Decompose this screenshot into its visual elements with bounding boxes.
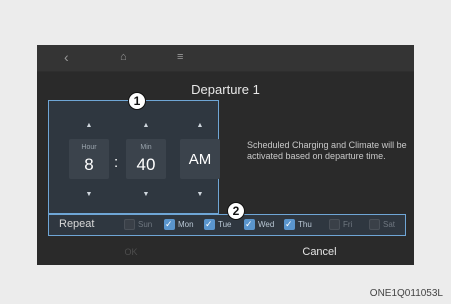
minute-up-arrow-icon[interactable]: ▲ <box>124 122 168 129</box>
check-icon: ✓ <box>285 219 293 229</box>
day-label: Thu <box>298 220 312 229</box>
ampm-down-arrow-icon[interactable]: ▼ <box>178 191 222 198</box>
check-icon: ✓ <box>165 219 173 229</box>
checkbox[interactable] <box>124 219 135 230</box>
checkbox[interactable] <box>329 219 340 230</box>
minute-picker: ▲ Min 40 ▼ <box>124 101 168 213</box>
minute-value: 40 <box>136 155 156 174</box>
hour-up-arrow-icon[interactable]: ▲ <box>67 122 111 129</box>
top-bar: ‹ ⌂ ≡ <box>37 45 414 72</box>
ampm-field[interactable]: AM <box>180 139 220 179</box>
home-icon[interactable]: ⌂ <box>120 49 127 65</box>
day-label: Mon <box>178 220 194 229</box>
checkbox[interactable]: ✓ <box>284 219 295 230</box>
minute-label: Min <box>140 144 152 151</box>
minute-field[interactable]: Min 40 <box>126 139 166 179</box>
page-title: Departure 1 <box>191 82 260 97</box>
time-picker: ▲ Hour 8 ▼ : ▲ Min 40 ▼ ▲ AM ▼ <box>48 100 222 214</box>
check-icon: ✓ <box>245 219 253 229</box>
day-label: Wed <box>258 220 275 229</box>
hour-down-arrow-icon[interactable]: ▼ <box>67 191 111 198</box>
hour-value: 8 <box>84 155 94 174</box>
departure-settings-screen: ‹ ⌂ ≡ Departure 1 ▲ Hour 8 ▼ : ▲ Min 40 … <box>37 45 414 265</box>
ampm-up-arrow-icon[interactable]: ▲ <box>178 122 222 129</box>
day-label: Sun <box>138 220 153 229</box>
hour-picker: ▲ Hour 8 ▼ <box>67 101 111 213</box>
hour-field[interactable]: Hour 8 <box>69 139 109 179</box>
checkbox[interactable]: ✓ <box>164 219 175 230</box>
checkbox[interactable]: ✓ <box>204 219 215 230</box>
back-arrow-icon[interactable]: ‹ <box>64 49 69 65</box>
day-label: Fri <box>343 220 353 229</box>
callout-marker-2: 2 <box>227 202 245 220</box>
cancel-button[interactable]: Cancel <box>225 240 414 265</box>
callout-marker-1: 1 <box>128 92 146 110</box>
menu-icon[interactable]: ≡ <box>177 49 183 65</box>
time-separator: : <box>114 154 119 171</box>
hour-label: Hour <box>81 144 97 151</box>
day-label: Tue <box>218 220 232 229</box>
repeat-row: Repeat Sun ✓ Mon ✓ Tue ✓ Wed ✓ Thu Fri S… <box>48 214 406 236</box>
ampm-value: AM <box>188 151 212 168</box>
figure-code: ONE1Q011053L <box>369 288 443 299</box>
check-icon: ✓ <box>205 219 213 229</box>
ok-button[interactable]: OK <box>37 240 225 265</box>
repeat-label: Repeat <box>59 218 95 230</box>
checkbox[interactable]: ✓ <box>244 219 255 230</box>
info-text: Scheduled Charging and Climate will be a… <box>247 140 407 161</box>
checkbox[interactable] <box>369 219 380 230</box>
ampm-picker: ▲ AM ▼ <box>178 101 222 213</box>
day-label: Sat <box>383 220 396 229</box>
minute-down-arrow-icon[interactable]: ▼ <box>124 191 168 198</box>
